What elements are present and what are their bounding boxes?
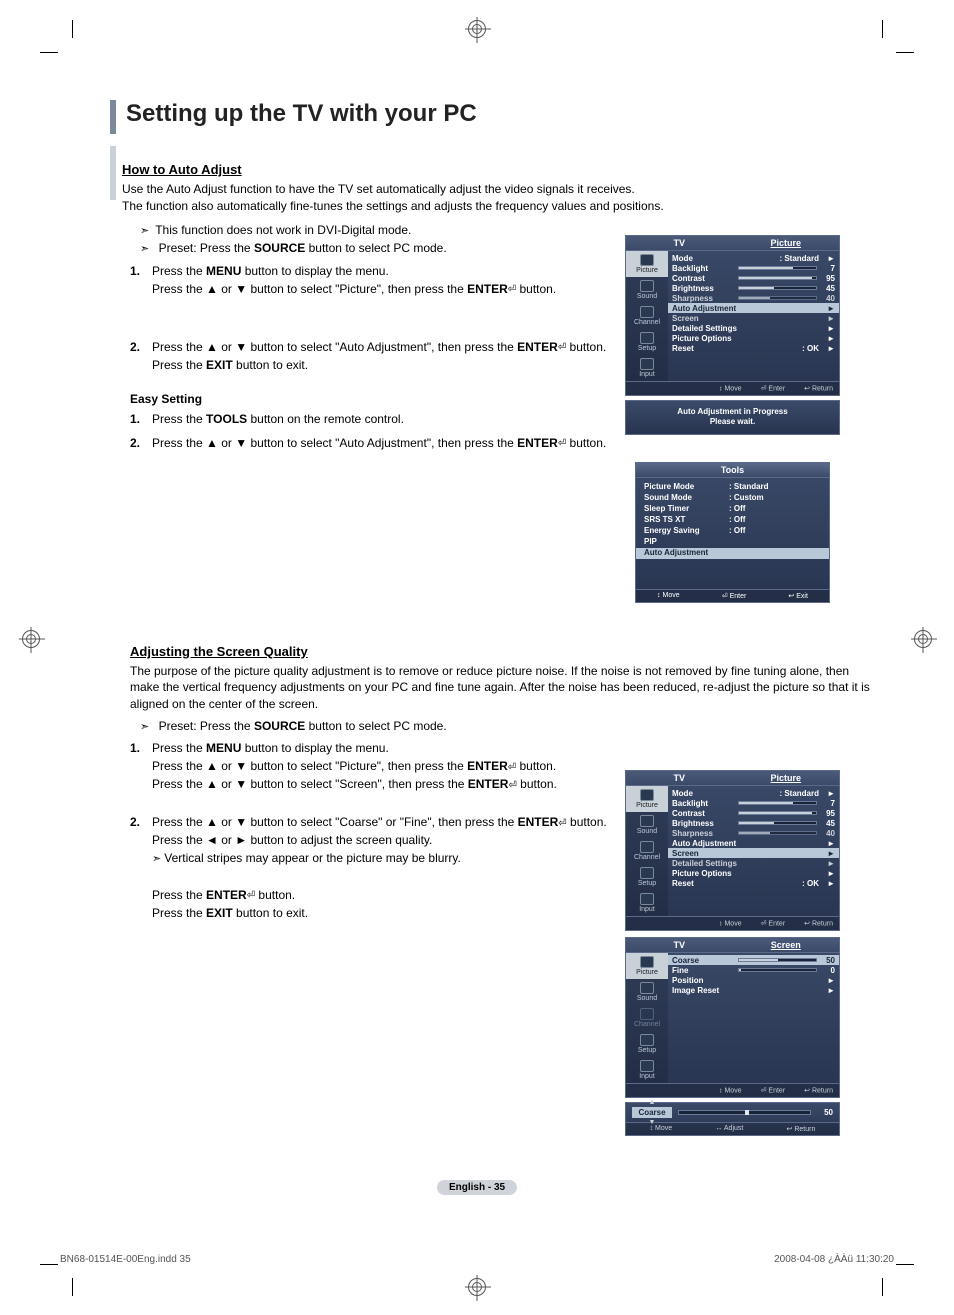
note-line: Preset: Press the SOURCE button to selec… [140,717,890,736]
title-bar: Setting up the TV with your PC [110,100,890,134]
osd-picture-menu: TV Picture Picture Sound Channel Setup I… [625,235,840,435]
section-heading: Adjusting the Screen Quality [130,644,890,659]
print-metadata: BN68-01514E-00Eng.indd 35 2008-04-08 ¿ÀÀ… [60,1254,894,1265]
osd-coarse-slider: Coarse 50 ↕ Move ↔ Adjust ↩ Return [625,1102,840,1136]
page-number: English - 35 [437,1180,517,1195]
osd-picture-menu-2: TV Picture Picture Sound Channel Setup I… [625,770,840,1136]
body-text: The purpose of the picture quality adjus… [130,663,880,713]
body-text: The function also automatically fine-tun… [122,198,880,215]
body-text: Use the Auto Adjust function to have the… [122,181,880,198]
section-heading: How to Auto Adjust [122,162,890,177]
osd-tools-menu: Tools Picture Mode: Standard Sound Mode:… [635,462,830,603]
page-title: Setting up the TV with your PC [126,100,477,128]
